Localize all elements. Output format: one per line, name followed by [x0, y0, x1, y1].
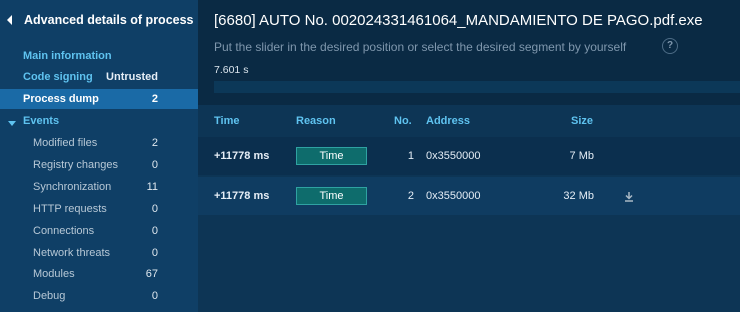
- sidebar-subitem-count: 0: [151, 225, 158, 237]
- table-row[interactable]: +11778 ms Time 2 0x3550000 32 Mb: [198, 177, 740, 215]
- sidebar-item-main-information[interactable]: Main information: [0, 46, 198, 66]
- main-panel: [6680] AUTO No. 002024331461064_MANDAMIE…: [198, 0, 740, 312]
- row-number: 1: [407, 150, 414, 162]
- sidebar-item-value: 2: [151, 93, 158, 105]
- sidebar-subitem-count: 11: [146, 181, 158, 193]
- sidebar-subitem-count: 67: [145, 268, 158, 280]
- sidebar-subitem-count: 0: [151, 290, 158, 302]
- row-address: 0x3550000: [426, 190, 481, 202]
- column-header-no[interactable]: No.: [394, 115, 412, 127]
- sidebar-item-process-dump[interactable]: Process dump 2: [0, 89, 198, 109]
- sidebar-subitem-label: Modified files: [33, 137, 98, 149]
- sidebar-subitem-label: HTTP requests: [33, 203, 107, 215]
- column-header-time[interactable]: Time: [214, 115, 239, 127]
- sidebar-subitem-count: 2: [151, 137, 158, 149]
- sidebar-item-value: Untrusted: [106, 71, 158, 83]
- sidebar-subitem-synchronization[interactable]: Synchronization 11: [0, 177, 198, 199]
- sidebar-subitem-network-threats[interactable]: Network threats 0: [0, 243, 198, 265]
- sidebar-subitem-label: Modules: [33, 268, 75, 280]
- sidebar-subitem-label: Registry changes: [33, 159, 118, 171]
- reason-badge: Time: [296, 187, 367, 205]
- sidebar-subitem-debug[interactable]: Debug 0: [0, 286, 198, 308]
- row-size: 32 Mb: [563, 190, 594, 202]
- sidebar-item-code-signing[interactable]: Code signing Untrusted: [0, 67, 198, 87]
- sidebar-subitem-connections[interactable]: Connections 0: [0, 221, 198, 243]
- caret-down-icon: [8, 118, 16, 126]
- sidebar-item-events[interactable]: Events: [0, 111, 198, 131]
- sidebar-subitem-registry-changes[interactable]: Registry changes 0: [0, 155, 198, 177]
- sidebar-item-label: Main information: [23, 50, 112, 62]
- column-header-size[interactable]: Size: [571, 115, 593, 127]
- sidebar-subitem-count: 0: [151, 203, 158, 215]
- dump-table: Time Reason No. Address Size +11778 ms T…: [198, 105, 740, 312]
- sidebar-subitem-label: Network threats: [33, 247, 111, 259]
- sidebar-subitem-modules[interactable]: Modules 67: [0, 264, 198, 286]
- table-row[interactable]: +11778 ms Time 1 0x3550000 7 Mb: [198, 137, 740, 175]
- sidebar: Advanced details of process Main informa…: [0, 0, 198, 312]
- sidebar-subitem-http-requests[interactable]: HTTP requests 0: [0, 199, 198, 221]
- download-icon[interactable]: [624, 192, 634, 202]
- sidebar-subitem-modified-files[interactable]: Modified files 2: [0, 133, 198, 155]
- time-readout: 7.601 s: [214, 64, 249, 76]
- row-number: 2: [407, 190, 414, 202]
- row-address: 0x3550000: [426, 150, 481, 162]
- chevron-left-icon[interactable]: [6, 14, 16, 26]
- sidebar-subitem-count: 0: [151, 159, 158, 171]
- page-title: [6680] AUTO No. 002024331461064_MANDAMIE…: [214, 12, 703, 29]
- sidebar-item-label: Events: [23, 115, 60, 127]
- sidebar-subitem-label: Synchronization: [33, 181, 112, 193]
- help-circle-icon[interactable]: ?: [662, 38, 678, 54]
- reason-badge: Time: [296, 147, 367, 165]
- sidebar-title: Advanced details of process: [24, 13, 194, 27]
- slider-hint: Put the slider in the desired position o…: [214, 40, 627, 54]
- column-header-address[interactable]: Address: [426, 115, 470, 127]
- row-time: +11778 ms: [214, 150, 270, 162]
- column-header-reason[interactable]: Reason: [296, 115, 336, 127]
- sidebar-subitem-label: Debug: [33, 290, 66, 302]
- row-size: 7 Mb: [569, 150, 594, 162]
- sidebar-header[interactable]: Advanced details of process: [0, 0, 198, 40]
- timeline-slider[interactable]: [214, 81, 740, 93]
- row-time: +11778 ms: [214, 190, 270, 202]
- sidebar-subitem-count: 0: [151, 247, 158, 259]
- sidebar-subitem-label: Connections: [33, 225, 95, 237]
